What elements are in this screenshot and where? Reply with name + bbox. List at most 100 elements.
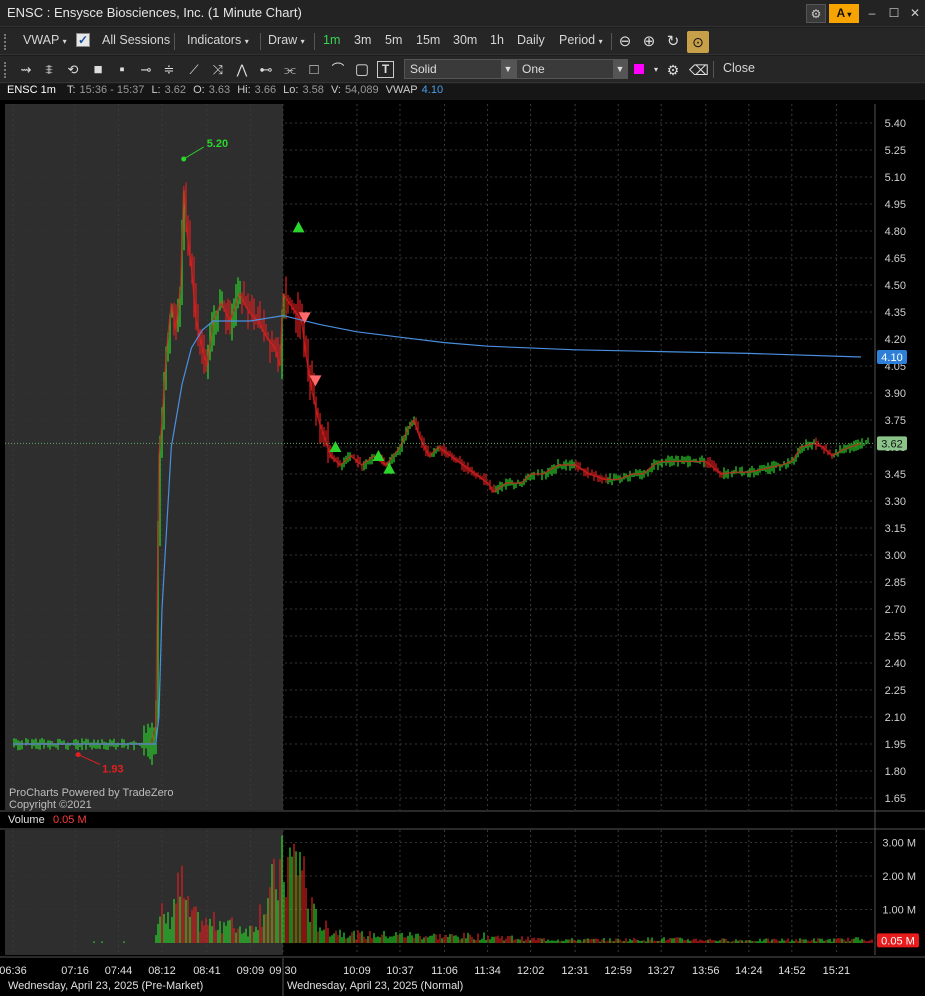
color-swatch-icon[interactable]: [634, 64, 644, 74]
checkbox-checked-icon[interactable]: ✓: [76, 33, 90, 47]
period-menu[interactable]: Period ▾: [559, 33, 603, 47]
line-segment-icon[interactable]: ⟋: [186, 62, 202, 78]
ohlc-info-bar: ENSC 1m T: 15:36 - 15:37 L: 3.62 O: 3.63 Hi…: [0, 84, 925, 100]
alert-button[interactable]: A ▾: [829, 4, 859, 23]
vwap-dropdown[interactable]: VWAP ▾: [23, 33, 67, 47]
price-tick-label: 2.25: [885, 685, 906, 697]
pitchfork-icon[interactable]: ⤨: [210, 62, 226, 78]
time-tick-label: 12:59: [604, 965, 632, 977]
volume-info-label: V:: [330, 84, 341, 96]
text-tool-icon[interactable]: T: [377, 61, 394, 78]
close-button[interactable]: Close: [723, 61, 755, 75]
title-bar: ENSC : Ensysce Biosciences, Inc. (1 Minu…: [0, 0, 925, 27]
price-tick-label: 2.55: [885, 631, 906, 643]
chevron-down-icon: ▾: [300, 37, 305, 46]
settings-icon[interactable]: ⚙: [665, 62, 681, 78]
drawing-toolbar: ⇝ ⩨ ⟲ ■ ▪ ⊸ ≑ ⟋ ⤨ ⋀ ⊷ ⫘ □ ⌒ ▢ T Solid ▼ O…: [0, 56, 925, 83]
interval-5m[interactable]: 5m: [385, 33, 402, 47]
open-label: O:: [193, 84, 205, 96]
separator: [260, 33, 261, 50]
last-price-tag-text: 3.62: [881, 438, 902, 450]
interval-1h[interactable]: 1h: [490, 33, 504, 47]
time-tick-label: 12:31: [561, 965, 589, 977]
time-tick-label: 10:09: [343, 965, 371, 977]
polyline-icon[interactable]: ⋀: [234, 62, 250, 78]
parallel-lines-icon[interactable]: ⩨: [41, 62, 57, 78]
close-icon[interactable]: ✕: [905, 4, 925, 23]
price-tick-label: 3.45: [885, 469, 906, 481]
chevron-down-icon: ▾: [244, 37, 249, 46]
high-value: 3.66: [254, 84, 277, 96]
arc-icon[interactable]: ⌒: [330, 62, 346, 78]
time-tick-label: 09:09: [237, 965, 265, 977]
eraser-icon[interactable]: ⌫: [689, 62, 709, 78]
line-style-value: Solid: [410, 62, 437, 76]
last-value: 3.62: [164, 84, 187, 96]
open-value: 3.63: [208, 84, 231, 96]
line-count-select[interactable]: One ▼: [516, 59, 628, 79]
indicators-menu[interactable]: Indicators ▾: [187, 33, 249, 47]
interval-1m[interactable]: 1m: [323, 33, 340, 47]
rounded-rectangle-icon[interactable]: ▪: [114, 62, 130, 78]
separator: [314, 33, 315, 50]
toolbar-grip-icon[interactable]: [4, 34, 7, 50]
zoom-out-icon[interactable]: ⊖: [617, 34, 633, 50]
price-tick-label: 1.80: [885, 766, 906, 778]
maximize-icon[interactable]: ☐: [884, 4, 904, 23]
rectangle-outline-icon[interactable]: □: [306, 62, 322, 78]
interval-30m[interactable]: 30m: [453, 33, 477, 47]
interval-15m[interactable]: 15m: [416, 33, 440, 47]
channel-icon[interactable]: ≑: [161, 62, 177, 78]
gear-icon[interactable]: ⚙: [806, 4, 826, 23]
refresh-icon[interactable]: ↻: [665, 34, 681, 50]
all-sessions-label[interactable]: All Sessions: [102, 33, 170, 47]
last-label: L:: [151, 84, 161, 96]
high-label: Hi:: [237, 84, 251, 96]
volume-tick-label: 2.00 M: [882, 871, 916, 883]
draw-label: Draw: [268, 33, 298, 47]
low-marker-label: 1.93: [102, 764, 123, 776]
price-tick-label: 1.65: [885, 793, 906, 805]
crosshair-icon[interactable]: ⊙: [687, 31, 709, 53]
window-title: ENSC : Ensysce Biosciences, Inc. (1 Minu…: [7, 5, 302, 20]
gann-fan-icon[interactable]: ⫘: [282, 62, 298, 78]
chevron-down-icon[interactable]: ▾: [648, 62, 664, 78]
interval-daily[interactable]: Daily: [517, 33, 545, 47]
volume-tick-label: 3.00 M: [882, 838, 916, 850]
draw-menu[interactable]: Draw ▾: [268, 33, 305, 47]
time-tick-label: 14:24: [735, 965, 763, 977]
trendline-icon[interactable]: ⇝: [18, 62, 34, 78]
time-tick-label: 08:12: [148, 965, 176, 977]
line-count-value: One: [522, 62, 545, 76]
interval-3m[interactable]: 3m: [354, 33, 371, 47]
price-chart-svg[interactable]: 5.405.255.104.954.804.654.504.354.204.05…: [0, 100, 925, 996]
fibonacci-icon[interactable]: ⟲: [65, 62, 81, 78]
minimize-icon[interactable]: –: [862, 4, 882, 23]
horizontal-line-icon[interactable]: ⊷: [258, 62, 274, 78]
time-label: T:: [66, 84, 76, 96]
price-tick-label: 2.70: [885, 604, 906, 616]
toolbar-grip-icon[interactable]: [4, 62, 7, 78]
separator: [174, 33, 175, 50]
premarket-shade: [5, 104, 283, 810]
price-tick-label: 4.80: [885, 226, 906, 238]
normal-session-date-label: Wednesday, April 23, 2025 (Normal): [287, 980, 463, 992]
zoom-in-icon[interactable]: ⊕: [641, 34, 657, 50]
alert-label: A: [836, 6, 846, 20]
watermark-line-2: Copyright ©2021: [9, 799, 92, 811]
vwap-label: VWAP: [23, 33, 60, 47]
chevron-down-icon: ▾: [845, 10, 852, 19]
horizontal-ray-icon[interactable]: ⊸: [138, 62, 154, 78]
volume-pane-title: Volume: [8, 814, 45, 826]
vwap-info-value: 4.10: [421, 84, 444, 96]
chart-area[interactable]: 5.40 5.25 5.10 4.95 4.80 4.65 4.50 4.35 4.20 4.05…: [0, 100, 925, 996]
time-tick-label: 10:37: [386, 965, 414, 977]
time-tick-label: 07:44: [105, 965, 133, 977]
rectangle-filled-icon[interactable]: ■: [90, 62, 106, 78]
line-style-select[interactable]: Solid ▼: [404, 59, 516, 79]
vwap-info-label: VWAP: [385, 84, 418, 96]
price-tick-label: 4.95: [885, 199, 906, 211]
ellipse-icon[interactable]: ▢: [354, 62, 370, 78]
price-tick-label: 2.85: [885, 577, 906, 589]
chart-window: ENSC : Ensysce Biosciences, Inc. (1 Minu…: [0, 0, 925, 996]
